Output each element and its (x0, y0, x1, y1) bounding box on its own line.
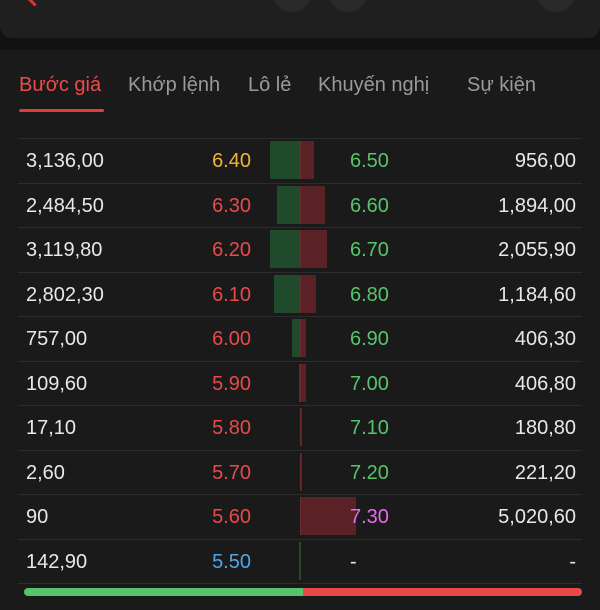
ask-price: 6.50 (350, 150, 389, 172)
bid-price: 6.20 (212, 239, 251, 261)
bid-price: 5.90 (212, 372, 251, 395)
bid-price: 6.00 (212, 328, 251, 350)
bar-center-line (300, 497, 301, 535)
ask-price: 6.90 (350, 328, 389, 350)
bar-center-line (300, 363, 301, 402)
bar-center-line (300, 274, 301, 313)
sell-volume: 406,80 (514, 372, 576, 395)
ask-price: 6.70 (350, 239, 389, 261)
bid-price: 5.60 (212, 506, 251, 528)
bar-center-line (300, 230, 301, 268)
ask-price: 7.00 (350, 372, 389, 395)
top-header (0, 0, 600, 38)
bid-price: 6.10 (212, 283, 251, 306)
bar-center-line (300, 141, 301, 179)
tab-buoc-gia[interactable]: Bước giá (19, 74, 101, 97)
sell-volume: 1,184,60 (498, 283, 576, 306)
buy-volume: 142,90 (26, 550, 88, 573)
price-level-row[interactable]: 142,90 5.50 - - (0, 540, 600, 584)
bid-price: 5.70 (212, 461, 251, 484)
bar-center-line (300, 408, 301, 446)
bid-price: 5.50 (212, 550, 251, 573)
ask-price: 7.20 (350, 461, 389, 484)
buy-volume: 2,802,30 (26, 283, 104, 306)
bid-price: 5.80 (212, 417, 251, 439)
ask-price: 7.30 (350, 506, 389, 528)
buy-volume: 17,10 (26, 417, 77, 439)
header-action-button-2[interactable] (328, 0, 368, 12)
buy-volume: 3,136,00 (26, 150, 104, 172)
sell-volume: 406,30 (514, 328, 576, 350)
order-book-panel: Bước giá Khớp lệnh Lô lẻ Khuyến nghị Sự … (0, 50, 600, 610)
sell-ratio-fill (303, 588, 582, 596)
buy-sell-ratio-bar (24, 588, 582, 596)
tab-khop-lenh[interactable]: Khớp lệnh (128, 74, 220, 97)
buy-volume: 2,60 (26, 461, 65, 484)
buy-volume: 90 (26, 506, 49, 528)
buy-ratio-fill (24, 588, 303, 596)
sell-volume: 1,894,00 (498, 194, 576, 217)
ask-price: 6.60 (350, 194, 389, 217)
price-level-row[interactable]: 2,484,50 6.30 6.60 1,894,00 (0, 184, 600, 228)
ask-price: 7.10 (350, 417, 389, 439)
bar-center-line (300, 185, 301, 224)
sell-volume-bar (300, 274, 316, 313)
tab-su-kien[interactable]: Sự kiện (467, 74, 536, 97)
sell-volume-bar (300, 141, 314, 179)
buy-volume-bar (270, 141, 300, 179)
buy-volume-bar (276, 185, 300, 224)
sell-volume: 956,00 (514, 150, 576, 172)
sell-volume-bar (300, 230, 327, 268)
price-level-row[interactable]: 90 5.60 7.30 5,020,60 (0, 495, 600, 539)
buy-volume: 2,484,50 (26, 194, 104, 217)
ask-price: - (350, 550, 357, 573)
sell-volume: 180,80 (514, 417, 576, 439)
buy-volume-bar (270, 230, 300, 268)
bar-center-line (300, 452, 301, 491)
header-action-button-3[interactable] (536, 0, 576, 12)
price-level-row[interactable]: 3,119,80 6.20 6.70 2,055,90 (0, 228, 600, 272)
sell-volume: - (569, 550, 576, 573)
buy-volume-bar (292, 319, 300, 357)
price-level-row[interactable]: 3,136,00 6.40 6.50 956,00 (0, 139, 600, 183)
bar-center-line (300, 319, 301, 357)
price-level-row[interactable]: 2,60 5.70 7.20 221,20 (0, 451, 600, 495)
tab-lo-le[interactable]: Lô lẻ (248, 74, 291, 97)
buy-volume-bar (274, 274, 300, 313)
buy-volume: 3,119,80 (26, 239, 103, 261)
back-arrow-icon[interactable] (22, 0, 47, 7)
sell-volume: 5,020,60 (498, 506, 576, 528)
buy-volume: 757,00 (26, 328, 88, 350)
price-level-row[interactable]: 757,00 6.00 6.90 406,30 (0, 317, 600, 361)
header-action-button-1[interactable] (272, 0, 312, 12)
price-level-row[interactable]: 17,10 5.80 7.10 180,80 (0, 406, 600, 450)
bid-price: 6.30 (212, 194, 251, 217)
price-level-row[interactable]: 2,802,30 6.10 6.80 1,184,60 (0, 273, 600, 317)
active-tab-indicator (19, 109, 104, 112)
bar-center-line (300, 541, 301, 580)
tab-bar: Bước giá Khớp lệnh Lô lẻ Khuyến nghị Sự … (0, 50, 600, 114)
sell-volume-bar (300, 497, 356, 535)
price-level-row[interactable]: 109,60 5.90 7.00 406,80 (0, 362, 600, 406)
tab-khuyen-nghi[interactable]: Khuyến nghị (318, 74, 429, 97)
ask-price: 6.80 (350, 283, 389, 306)
sell-volume: 221,20 (514, 461, 576, 484)
sell-volume: 2,055,90 (498, 239, 576, 261)
buy-volume: 109,60 (26, 372, 88, 395)
sell-volume-bar (300, 185, 326, 224)
bid-price: 6.40 (212, 150, 251, 172)
row-divider (18, 583, 582, 584)
